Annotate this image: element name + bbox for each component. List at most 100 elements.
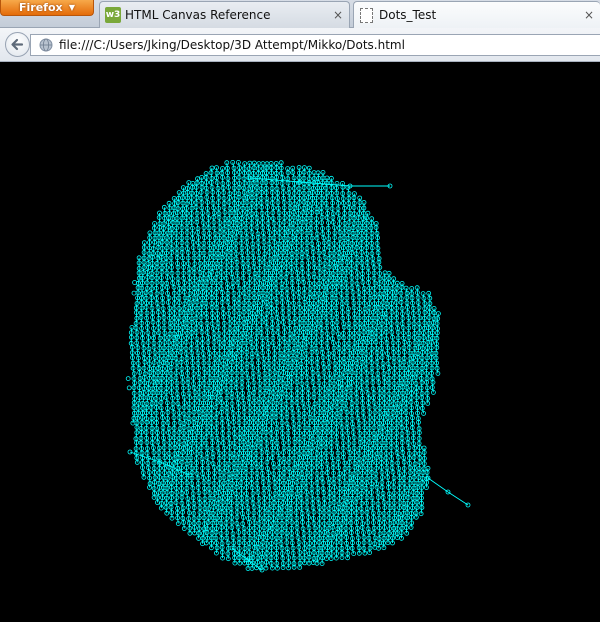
mesh-line [263, 358, 265, 364]
mesh-line [295, 232, 298, 239]
mesh-line [388, 487, 390, 494]
mesh-line [396, 413, 398, 419]
mesh-line [137, 352, 139, 359]
mesh-line [216, 257, 219, 264]
tab-html-canvas-reference[interactable]: w3 HTML Canvas Reference × [99, 1, 350, 28]
mesh-line [338, 498, 341, 504]
mesh-line [343, 477, 346, 483]
mesh-line [307, 512, 310, 518]
mesh-line [240, 243, 243, 249]
mesh-line [390, 312, 393, 319]
mesh-line [358, 542, 360, 548]
mesh-line [242, 397, 245, 404]
mesh-line [316, 362, 319, 368]
mesh-line [132, 368, 135, 374]
mesh-line [328, 258, 331, 264]
mesh-line [208, 357, 211, 363]
mesh-line [392, 337, 394, 343]
mesh-line [282, 322, 285, 328]
mesh-line [165, 397, 168, 403]
mesh-line [430, 357, 433, 364]
mesh-line [198, 397, 201, 403]
mesh-line [285, 527, 288, 534]
mesh-line [183, 282, 186, 288]
mesh-line [367, 393, 370, 399]
mesh-line [273, 257, 275, 263]
mesh-line [143, 377, 146, 383]
mesh-line [261, 467, 263, 474]
tab-close-icon[interactable]: × [333, 3, 343, 27]
mesh-line [211, 437, 213, 443]
mesh-line [251, 307, 254, 314]
mesh-line [261, 557, 263, 564]
mesh-line [252, 167, 255, 174]
mesh-line [222, 497, 224, 503]
mesh-line [373, 397, 375, 403]
mesh-line [332, 267, 335, 274]
mesh-line [263, 512, 266, 518]
mesh-line [401, 513, 404, 519]
mesh-line [258, 393, 261, 399]
mesh-line [357, 352, 359, 359]
mesh-line [261, 213, 264, 219]
mesh-line [177, 447, 180, 454]
mesh-line [153, 328, 155, 334]
mesh-line [202, 402, 205, 409]
mesh-line [291, 247, 293, 254]
mesh-line [155, 282, 158, 289]
mesh-line [408, 363, 410, 369]
mesh-line [317, 247, 320, 254]
mesh-line [347, 187, 350, 194]
mesh-line [313, 523, 316, 529]
mesh-line [336, 272, 339, 279]
mesh-line [412, 313, 415, 319]
firefox-menu-button[interactable]: Firefox ▼ [0, 0, 94, 16]
mesh-line [255, 442, 258, 448]
mesh-line [413, 337, 416, 343]
mesh-line [362, 282, 365, 289]
mesh-line [290, 517, 293, 523]
mesh-line [357, 287, 360, 293]
mesh-line [420, 372, 423, 379]
mesh-line [383, 538, 385, 544]
mesh-line [436, 362, 438, 369]
mesh-line [235, 357, 238, 364]
mesh-line [333, 248, 335, 254]
mesh-line [302, 457, 305, 464]
mesh-line [427, 327, 430, 334]
mesh-line [335, 302, 338, 309]
mesh-line [301, 352, 303, 358]
mesh-line [321, 217, 323, 223]
mesh-line [388, 497, 391, 504]
mesh-line [226, 242, 229, 248]
mesh-line [328, 247, 331, 254]
mesh-line [263, 493, 266, 499]
mesh-line [365, 223, 368, 229]
mesh-line [280, 402, 283, 409]
mesh-line [186, 492, 189, 499]
mesh-line [267, 267, 270, 274]
mesh-line [231, 233, 233, 239]
mesh-line [250, 322, 253, 328]
url-bar[interactable]: file:///C:/Users/Jking/Desktop/3D Attemp… [30, 34, 600, 56]
mesh-line [203, 372, 206, 379]
mesh-line [306, 332, 309, 339]
mesh-line [430, 347, 433, 354]
mesh-line [263, 393, 266, 399]
mesh-line [235, 378, 238, 384]
back-button[interactable] [5, 32, 30, 57]
mesh-line [312, 512, 315, 519]
tab-close-icon[interactable]: × [584, 3, 594, 27]
mesh-line [168, 447, 171, 454]
mesh-line [150, 297, 153, 304]
mesh-line [360, 382, 363, 388]
mesh-line [195, 197, 198, 203]
mesh-line [427, 333, 430, 339]
mesh-line [356, 237, 358, 244]
mesh-line [323, 393, 326, 399]
tab-dots-test[interactable]: Dots_Test × [353, 1, 600, 28]
mesh-line [195, 468, 198, 474]
mesh-line [227, 287, 229, 294]
mesh-line [248, 163, 251, 169]
mesh-line [228, 307, 230, 314]
